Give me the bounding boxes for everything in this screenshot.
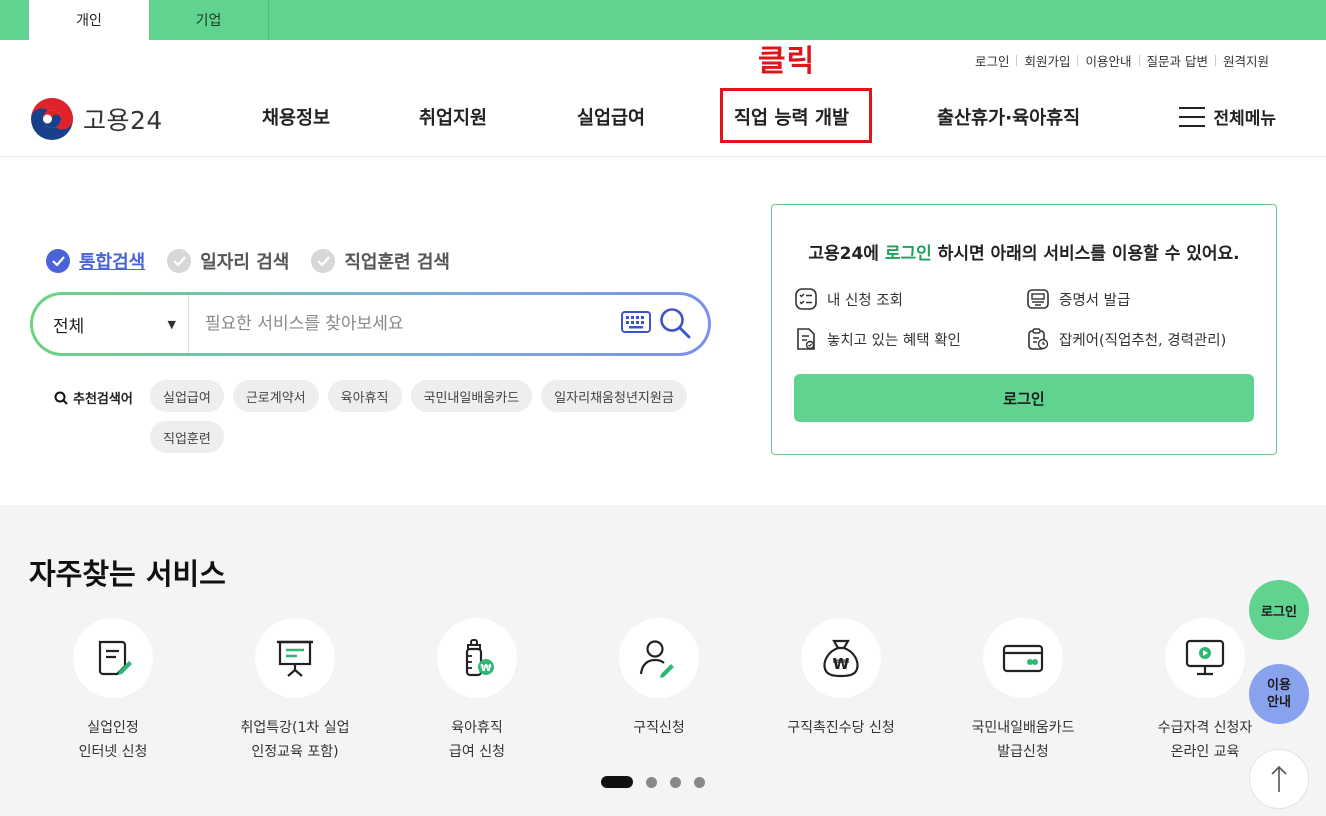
benefit-doc-icon — [797, 328, 815, 350]
search-icon — [54, 391, 68, 405]
gnb-parental-leave[interactable]: 출산휴가·육아휴직 — [937, 104, 1080, 130]
util-guide-link[interactable]: 이용안내 — [1078, 51, 1138, 70]
taegeuk-logo-icon — [31, 98, 73, 140]
money-bag-won-icon: ₩ — [823, 639, 859, 678]
search-type-training[interactable]: 직업훈련 검색 — [311, 248, 450, 274]
service-label: 국민내일배움카드 발급신청 — [971, 720, 1075, 760]
utility-links: 로그인 회원가입 이용안내 질문과 답변 원격지원 — [968, 51, 1276, 70]
frequent-service-item[interactable]: ₩ 구직촉진수당 신청 — [750, 618, 932, 740]
all-menu-label: 전체메뉴 — [1213, 109, 1276, 129]
tab-personal[interactable]: 개인 — [29, 0, 149, 40]
util-remote-support-link[interactable]: 원격지원 — [1216, 51, 1276, 70]
keyword-chip[interactable]: 일자리채움청년지원금 — [541, 380, 687, 412]
floating-guide-button[interactable]: 이용 안내 — [1249, 664, 1309, 724]
service-jobcare[interactable]: 잡케어(직업추천, 경력관리) — [1026, 327, 1226, 351]
gnb-employment-support[interactable]: 취업지원 — [419, 104, 487, 130]
caret-down-icon: ▼ — [167, 317, 176, 331]
document-pen-icon — [98, 640, 132, 676]
checklist-icon — [795, 288, 817, 310]
audience-tab-bar: 개인 기업 — [0, 0, 1326, 40]
certificate-icon — [1027, 289, 1049, 309]
service-label: 구직촉진수당 신청 — [787, 720, 895, 736]
search-scope-value: 전체 — [53, 316, 85, 337]
service-label: 취업특강(1차 실업 인정교육 포함) — [240, 720, 350, 760]
logo-text: 고용24 — [83, 106, 163, 135]
gnb-unemployment-benefit[interactable]: 실업급여 — [577, 104, 645, 130]
service-my-applications[interactable]: 내 신청 조회 — [794, 287, 903, 311]
search-type-selector: 통합검색 일자리 검색 직업훈련 검색 — [46, 248, 472, 274]
baby-bottle-won-icon: ₩ — [465, 639, 494, 677]
frequent-services-section: 자주찾는 서비스 실업인정 인터넷 신청 취업특강(1차 실업 인정교육 포함) — [0, 505, 1326, 816]
floating-login-button[interactable]: 로그인 — [1249, 580, 1309, 640]
service-label: 구직신청 — [633, 720, 685, 736]
clipboard-clock-icon — [1028, 328, 1049, 350]
search-box: 전체 ▼ — [30, 292, 711, 356]
service-label: 실업인정 인터넷 신청 — [78, 720, 148, 760]
service-label: 육아휴직 급여 신청 — [449, 720, 505, 760]
pager-dot[interactable] — [670, 776, 681, 788]
check-circle-icon — [167, 249, 192, 273]
keyword-chip[interactable]: 근로계약서 — [232, 380, 319, 412]
frequent-service-item[interactable]: 구직신청 — [568, 618, 750, 740]
frequent-service-item[interactable]: 국민내일배움카드 발급신청 — [932, 618, 1114, 764]
svg-text:₩: ₩ — [833, 655, 850, 673]
search-scope-select[interactable]: 전체 ▼ — [53, 295, 189, 353]
recommended-label: 추천검색어 — [54, 388, 133, 407]
check-circle-icon — [46, 249, 70, 273]
section-title: 자주찾는 서비스 — [29, 557, 226, 591]
svg-text:₩: ₩ — [480, 663, 491, 674]
keyword-chip[interactable]: 육아휴직 — [327, 380, 402, 412]
search-type-label: 직업훈련 검색 — [344, 252, 450, 273]
monitor-play-icon — [1185, 639, 1225, 676]
search-type-jobs[interactable]: 일자리 검색 — [167, 248, 289, 274]
keyword-chip[interactable]: 실업급여 — [150, 380, 224, 412]
presentation-board-icon — [277, 640, 313, 677]
search-icon[interactable] — [659, 307, 691, 339]
card-icon — [1002, 644, 1044, 673]
pager-dot[interactable] — [694, 776, 705, 788]
search-input[interactable] — [205, 309, 605, 339]
service-certificate[interactable]: 증명서 발급 — [1026, 287, 1130, 311]
site-header: 고용24 채용정보 취업지원 실업급여 직업 능력 개발 출산휴가·육아휴직 전… — [0, 80, 1326, 157]
scroll-top-button[interactable] — [1249, 749, 1309, 809]
highlight-box — [720, 88, 872, 143]
hamburger-icon — [1179, 106, 1206, 127]
person-pen-icon — [639, 640, 674, 678]
frequent-service-item[interactable]: 실업인정 인터넷 신청 — [22, 618, 204, 764]
click-annotation: 클릭 — [758, 44, 816, 79]
util-qna-link[interactable]: 질문과 답변 — [1140, 51, 1215, 70]
login-promo-card: 고용24에 로그인 하시면 아래의 서비스를 이용할 수 있어요. 내 신청 조… — [771, 204, 1277, 455]
pager-dot[interactable] — [646, 776, 657, 788]
service-missed-benefits[interactable]: 놓치고 있는 혜택 확인 — [794, 327, 961, 351]
frequent-service-item[interactable]: ₩ 육아휴직 급여 신청 — [386, 618, 568, 764]
card-login-button[interactable]: 로그인 — [794, 374, 1254, 422]
search-type-label: 일자리 검색 — [200, 252, 290, 273]
pager-active-indicator[interactable] — [601, 776, 633, 788]
tab-business[interactable]: 기업 — [149, 0, 269, 40]
util-login-link[interactable]: 로그인 — [968, 51, 1017, 70]
keyword-chip[interactable]: 직업훈련 — [150, 421, 224, 453]
login-card-title: 고용24에 로그인 하시면 아래의 서비스를 이용할 수 있어요. — [808, 244, 1240, 264]
keyword-chip[interactable]: 국민내일배움카드 — [410, 380, 533, 412]
keyword-chip-list: 실업급여 근로계약서 육아휴직 국민내일배움카드 일자리채움청년지원금 직업훈련 — [150, 380, 710, 462]
site-logo[interactable]: 고용24 — [30, 97, 163, 141]
util-signup-link[interactable]: 회원가입 — [1017, 51, 1077, 70]
carousel-pager — [601, 776, 705, 788]
search-type-label: 통합검색 — [79, 252, 146, 273]
search-type-integrated[interactable]: 통합검색 — [46, 248, 145, 274]
frequent-service-item[interactable]: 취업특강(1차 실업 인정교육 포함) — [204, 618, 386, 764]
all-menu-button[interactable]: 전체메뉴 — [1179, 104, 1276, 129]
gnb-recruit-info[interactable]: 채용정보 — [262, 104, 330, 130]
keyboard-icon[interactable] — [621, 311, 651, 333]
arrow-up-icon — [1271, 765, 1287, 792]
check-circle-icon — [311, 249, 336, 273]
